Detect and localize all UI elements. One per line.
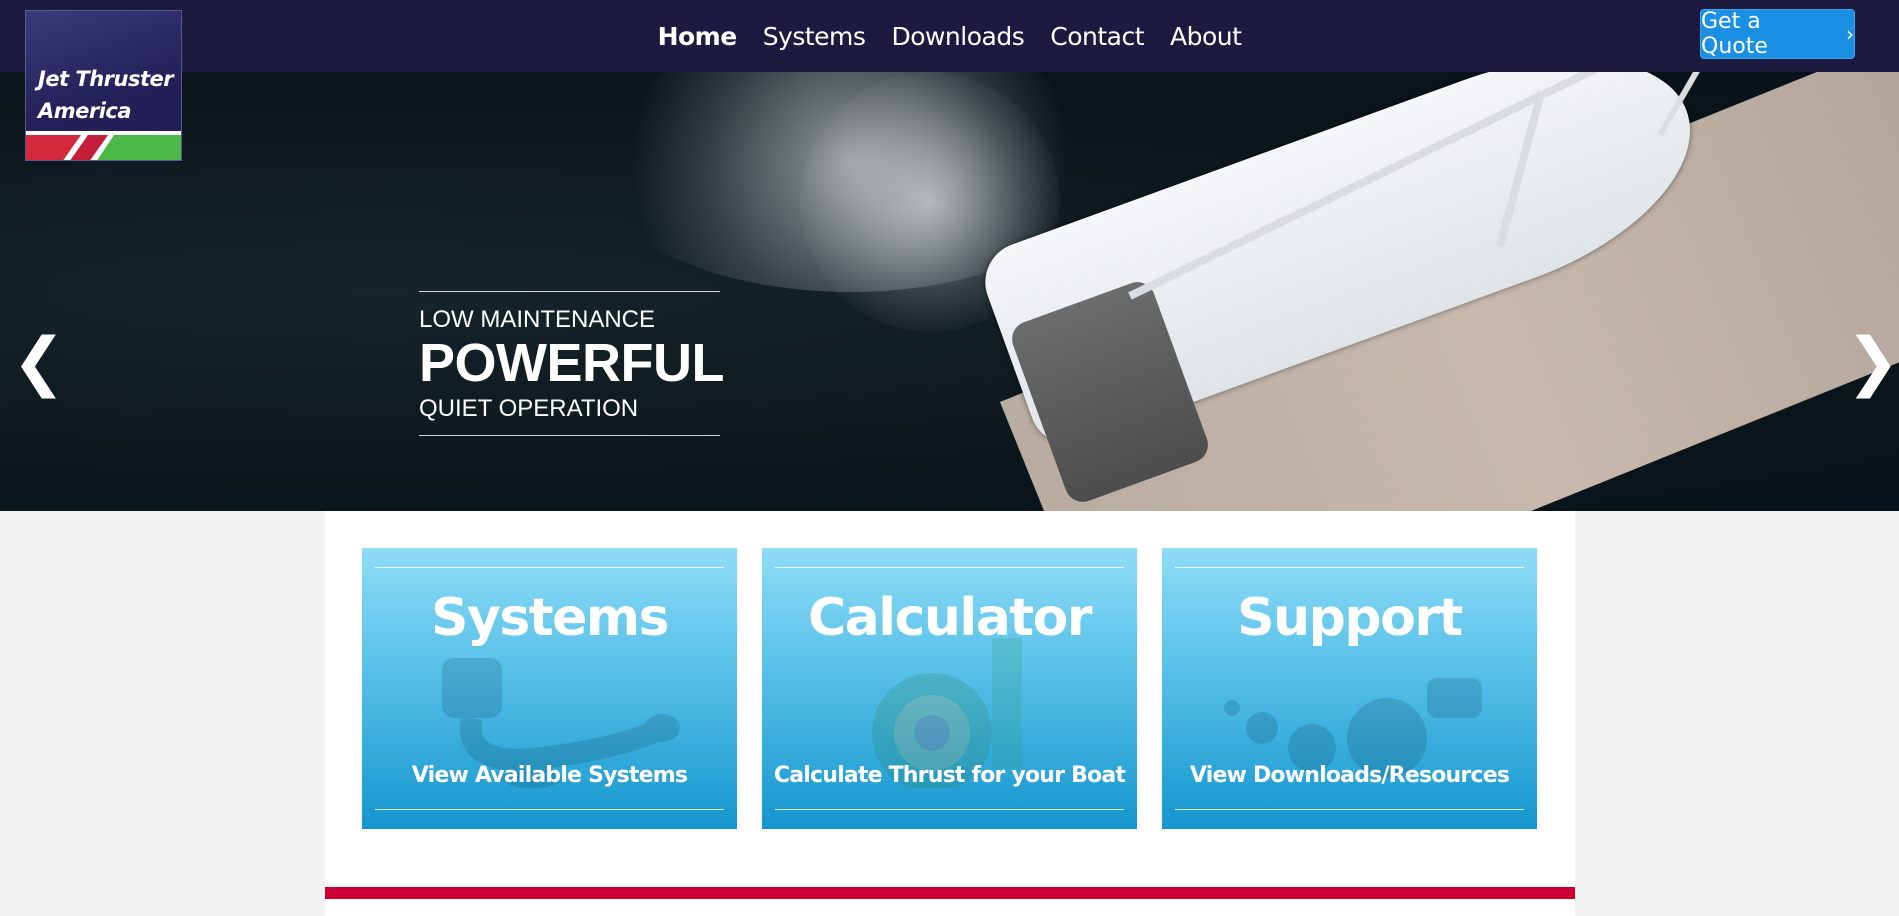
hero-line-2: POWERFUL [419,333,724,393]
hero-line-3: QUIET OPERATION [419,395,639,422]
slider-next-icon[interactable]: ❯ [1846,330,1899,394]
card-rule-bottom [1175,809,1524,810]
card-subtitle: Calculate Thrust for your Boat [773,763,1126,788]
card-rule-top [375,567,724,568]
card-support[interactable]: Support View Downloads/Resources [1162,548,1537,829]
hero-slider: LOW MAINTENANCE POWERFUL QUIET OPERATION… [0,72,1899,511]
hero-caption: LOW MAINTENANCE POWERFUL QUIET OPERATION [419,291,724,436]
logo-text: Jet Thruster America [38,63,174,127]
card-subtitle: View Available Systems [411,763,688,788]
top-navbar: Home Systems Downloads Contact About Get… [0,0,1899,72]
get-a-quote-label: Get a Quote [1701,9,1768,59]
site-logo[interactable]: Jet Thruster America [25,10,182,161]
card-systems[interactable]: Systems View Available Systems [362,548,737,829]
card-rule-top [775,567,1124,568]
logo-line-2: America [38,99,132,123]
hero-line-1: LOW MAINTENANCE [419,306,656,333]
nav-about[interactable]: About [1170,22,1242,51]
card-title: Systems [430,588,670,648]
card-rule-bottom [375,809,724,810]
get-a-quote-button[interactable]: Get a Quote › [1700,9,1855,59]
logo-line-1: Jet Thruster [38,67,174,91]
card-rule-bottom [775,809,1124,810]
nav-systems[interactable]: Systems [763,22,866,51]
content-panel: Systems View Available Systems Calculato… [325,511,1575,916]
nav-downloads[interactable]: Downloads [891,22,1024,51]
card-subtitle: View Downloads/Resources [1189,763,1510,788]
card-title: Support [1237,588,1463,648]
chevron-right-icon: › [1846,22,1854,46]
card-title: Calculator [807,588,1093,648]
card-rule-top [1175,567,1524,568]
card-calculator[interactable]: Calculator Calculate Thrust for your Boa… [762,548,1137,829]
logo-stripe-graphic [26,131,181,160]
slider-prev-icon[interactable]: ❮ [12,330,66,394]
nav-contact[interactable]: Contact [1050,22,1144,51]
main-nav: Home Systems Downloads Contact About [0,0,1899,72]
accent-divider [325,887,1575,899]
nav-home[interactable]: Home [658,22,738,51]
